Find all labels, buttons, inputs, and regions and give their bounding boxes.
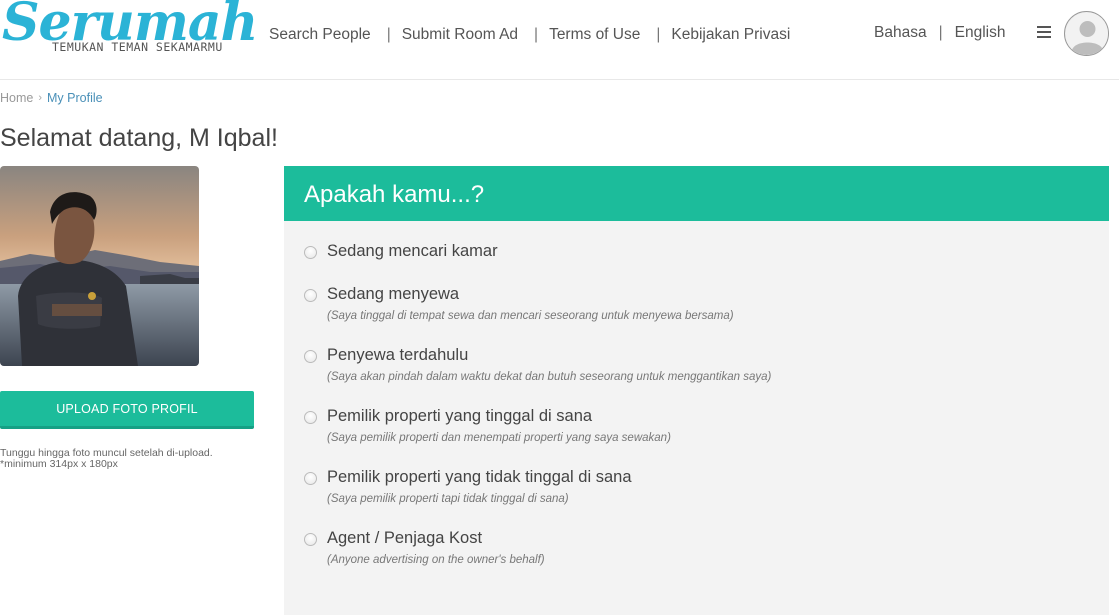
breadcrumb: Home › My Profile <box>0 91 103 105</box>
role-option-description: (Saya tinggal di tempat sewa dan mencari… <box>327 310 734 322</box>
role-option-label[interactable]: Pemilik properti yang tinggal di sana <box>327 407 592 426</box>
role-option-label[interactable]: Agent / Penjaga Kost <box>327 529 482 548</box>
language-switcher: Bahasa | English <box>874 22 1005 44</box>
upload-note: Tunggu hingga foto muncul setelah di-upl… <box>0 448 213 470</box>
role-option-description: (Anyone advertising on the owner's behal… <box>327 554 545 566</box>
role-question-panel: Apakah kamu...? Sedang mencari kamar Sed… <box>284 166 1109 615</box>
nav-terms-of-use[interactable]: Terms of Use <box>549 26 640 44</box>
role-option-description: (Saya pemilik properti tapi tidak tingga… <box>327 493 569 505</box>
nav-search-people[interactable]: Search People <box>269 26 371 44</box>
page-title: Selamat datang, M Iqbal! <box>0 124 278 152</box>
radio-button[interactable] <box>304 411 317 424</box>
nav-submit-room-ad[interactable]: Submit Room Ad <box>402 26 518 44</box>
nav-separator: | <box>386 26 391 43</box>
panel-title: Apakah kamu...? <box>284 166 1109 221</box>
chevron-right-icon: › <box>38 92 43 104</box>
user-avatar-icon[interactable] <box>1064 11 1109 56</box>
breadcrumb-home[interactable]: Home <box>0 91 33 105</box>
site-header: Serumah TEMUKAN TEMAN SEKAMARMU Search P… <box>0 0 1119 80</box>
role-option-description: (Saya akan pindah dalam waktu dekat dan … <box>327 371 772 383</box>
radio-button[interactable] <box>304 533 317 546</box>
upload-note-minimum: *minimum 314px x 180px <box>0 458 118 470</box>
role-option-label[interactable]: Pemilik properti yang tidak tinggal di s… <box>327 468 632 487</box>
language-english[interactable]: English <box>955 24 1006 42</box>
role-option-label[interactable]: Sedang menyewa <box>327 285 459 304</box>
role-option-description: (Saya pemilik properti dan menempati pro… <box>327 432 671 444</box>
radio-button[interactable] <box>304 472 317 485</box>
profile-photo <box>0 166 199 366</box>
language-label[interactable]: Bahasa <box>874 24 927 42</box>
nav-privacy-policy[interactable]: Kebijakan Privasi <box>671 26 790 44</box>
breadcrumb-current[interactable]: My Profile <box>47 91 103 105</box>
main-nav: Search People | Submit Room Ad | Terms o… <box>269 24 790 46</box>
radio-button[interactable] <box>304 289 317 302</box>
role-option-label[interactable]: Penyewa terdahulu <box>327 346 468 365</box>
radio-button[interactable] <box>304 350 317 363</box>
nav-separator: | <box>656 26 661 43</box>
language-separator: | <box>938 24 943 41</box>
logo-tagline: TEMUKAN TEMAN SEKAMARMU <box>52 40 223 54</box>
radio-button[interactable] <box>304 246 317 259</box>
hamburger-icon[interactable] <box>1037 26 1051 40</box>
role-option-label[interactable]: Sedang mencari kamar <box>327 242 498 261</box>
nav-separator: | <box>534 26 539 43</box>
site-logo[interactable]: Serumah TEMUKAN TEMAN SEKAMARMU <box>0 0 258 64</box>
upload-profile-photo-button[interactable]: UPLOAD FOTO PROFIL <box>0 391 254 429</box>
